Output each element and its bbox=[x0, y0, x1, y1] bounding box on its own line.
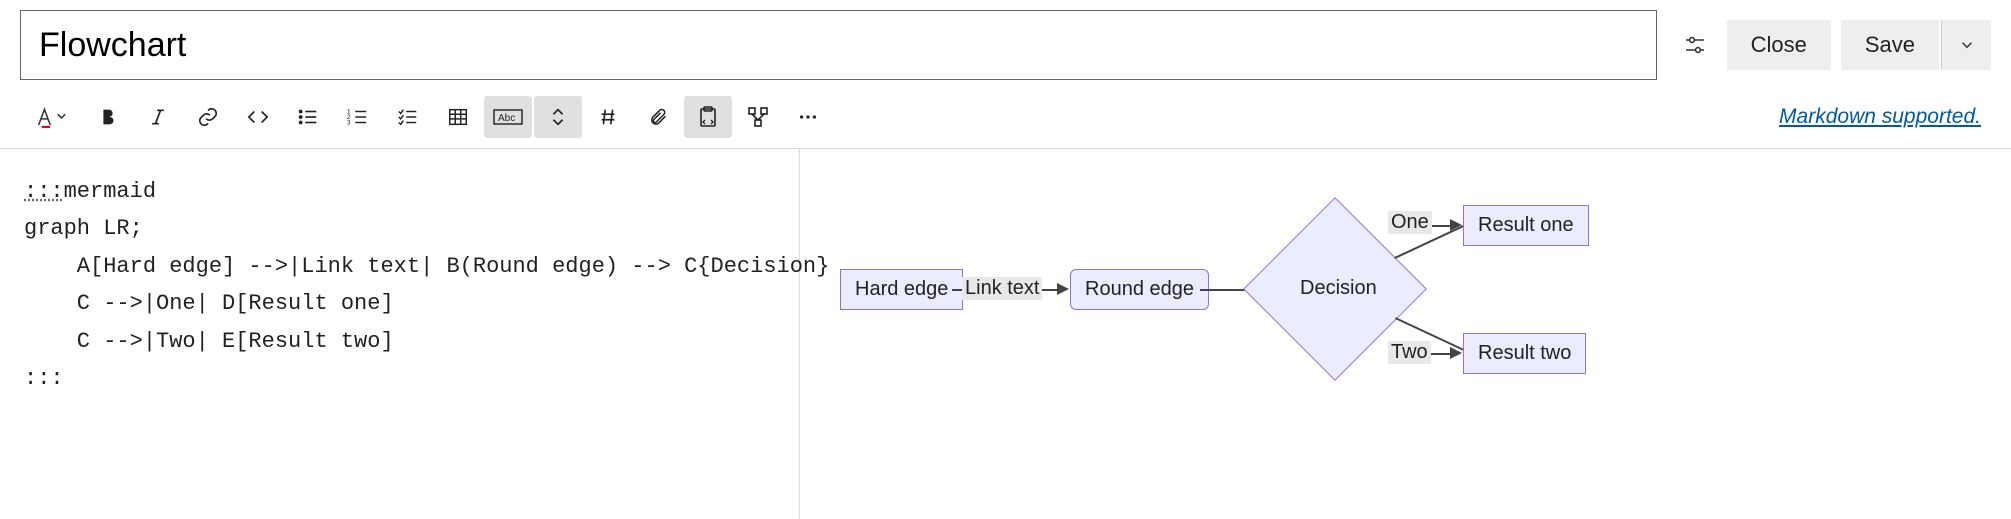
numbered-list-button[interactable]: 123 bbox=[334, 96, 382, 138]
code-fence-close: ::: bbox=[24, 366, 64, 391]
paste-code-button[interactable] bbox=[684, 96, 732, 138]
svg-text:Abc: Abc bbox=[498, 113, 515, 124]
arrow-head bbox=[1057, 283, 1069, 295]
header-actions: Close Save bbox=[1673, 20, 1991, 70]
collapse-expand-button[interactable] bbox=[534, 96, 582, 138]
arrow-cd bbox=[1430, 225, 1450, 227]
bullet-list-icon bbox=[296, 106, 320, 128]
arrow-head bbox=[1450, 347, 1462, 359]
code-line: C -->|Two| E[Result two] bbox=[24, 329, 394, 354]
chevron-down-icon bbox=[1958, 36, 1976, 54]
text-format-icon bbox=[35, 105, 69, 129]
clipboard-code-icon bbox=[696, 105, 720, 129]
save-dropdown-button[interactable] bbox=[1941, 20, 1991, 70]
markdown-editor[interactable]: :::mermaid graph LR; A[Hard edge] -->|Li… bbox=[0, 149, 800, 519]
edge-label-one: One bbox=[1388, 211, 1432, 234]
sliders-icon bbox=[1683, 33, 1707, 57]
code-line: A[Hard edge] -->|Link text| B(Round edge… bbox=[24, 254, 829, 279]
code-fence-open: ::: bbox=[24, 179, 64, 204]
markdown-supported-link[interactable]: Markdown supported. bbox=[1779, 105, 1989, 129]
filter-settings-button[interactable] bbox=[1673, 23, 1717, 67]
bold-button[interactable] bbox=[84, 96, 132, 138]
collapse-expand-icon bbox=[547, 105, 569, 129]
hash-icon bbox=[597, 106, 619, 128]
diagram-icon bbox=[746, 105, 770, 129]
attachment-button[interactable] bbox=[634, 96, 682, 138]
arrow-ce bbox=[1430, 353, 1450, 355]
svg-text:3: 3 bbox=[347, 119, 351, 126]
diagram-preview: Hard edge Link text Round edge Decision … bbox=[800, 149, 2011, 519]
edge-label-two: Two bbox=[1388, 341, 1431, 364]
paperclip-icon bbox=[648, 105, 668, 129]
mermaid-button[interactable] bbox=[734, 96, 782, 138]
arrow-head bbox=[1450, 219, 1462, 231]
code-line: C -->|One| D[Result one] bbox=[24, 291, 394, 316]
node-result-one: Result one bbox=[1463, 205, 1589, 246]
heading-button[interactable] bbox=[584, 96, 632, 138]
close-button[interactable]: Close bbox=[1727, 20, 1831, 70]
code-line: graph LR; bbox=[24, 216, 143, 241]
abc-selection-button[interactable]: Abc bbox=[484, 96, 532, 138]
code-icon bbox=[245, 106, 271, 128]
save-button[interactable]: Save bbox=[1841, 20, 1939, 70]
code-button[interactable] bbox=[234, 96, 282, 138]
text-format-button[interactable] bbox=[22, 96, 82, 138]
checklist-icon bbox=[396, 106, 420, 128]
abc-icon: Abc bbox=[492, 106, 524, 128]
italic-icon bbox=[148, 106, 168, 128]
title-input[interactable] bbox=[20, 10, 1657, 80]
numbered-list-icon: 123 bbox=[346, 106, 370, 128]
node-decision-shape bbox=[1243, 197, 1427, 381]
checklist-button[interactable] bbox=[384, 96, 432, 138]
code-lang: mermaid bbox=[64, 179, 156, 204]
more-button[interactable] bbox=[784, 96, 832, 138]
save-split-button: Save bbox=[1841, 20, 1991, 70]
bullet-list-button[interactable] bbox=[284, 96, 332, 138]
arrow-ab bbox=[952, 289, 1062, 291]
link-button[interactable] bbox=[184, 96, 232, 138]
node-result-two: Result two bbox=[1463, 333, 1586, 374]
italic-button[interactable] bbox=[134, 96, 182, 138]
table-icon bbox=[446, 106, 470, 128]
ellipsis-icon bbox=[797, 106, 819, 128]
link-icon bbox=[196, 106, 220, 128]
content-area: :::mermaid graph LR; A[Hard edge] -->|Li… bbox=[0, 149, 2011, 519]
bold-icon bbox=[97, 106, 119, 128]
node-hard-edge: Hard edge bbox=[840, 269, 963, 310]
toolbar: 123 Abc Markdown supported. bbox=[0, 90, 2011, 148]
table-button[interactable] bbox=[434, 96, 482, 138]
node-round-edge: Round edge bbox=[1070, 269, 1209, 310]
header-bar: Close Save bbox=[0, 0, 2011, 90]
